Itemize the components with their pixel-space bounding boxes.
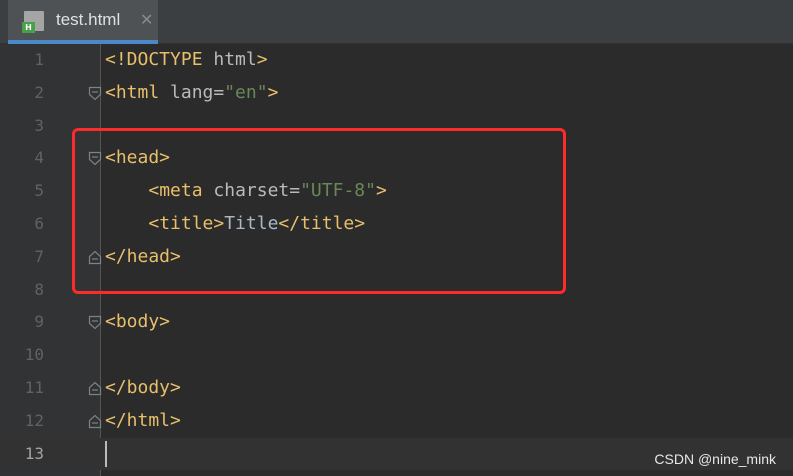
fold-end-icon[interactable]: [88, 381, 102, 396]
fold-start-icon[interactable]: [88, 86, 102, 101]
code-token: <!DOCTYPE: [105, 49, 214, 70]
line-number: 12: [24, 410, 44, 430]
code-line[interactable]: 11 </body>: [0, 372, 793, 405]
tab-test-html[interactable]: H test.html ✕: [8, 0, 158, 44]
code-token: >: [256, 49, 268, 70]
html-badge: H: [22, 22, 35, 33]
fold-start-icon[interactable]: [88, 315, 102, 330]
code-token: </body>: [105, 376, 181, 398]
line-number: 7: [34, 246, 44, 266]
code-token: >: [267, 81, 279, 103]
line-number: 8: [34, 279, 44, 299]
line-number: 4: [34, 148, 44, 168]
line-number: 6: [34, 213, 44, 233]
line-number: 2: [34, 82, 44, 102]
line-number: 10: [24, 345, 44, 365]
code-line[interactable]: 1 <!DOCTYPE html>: [0, 44, 793, 77]
code-token: html: [213, 49, 257, 70]
line-number: 9: [34, 312, 44, 332]
code-text: [105, 438, 107, 471]
code-text: </body>: [105, 372, 181, 405]
code-line[interactable]: 10: [0, 339, 793, 372]
watermark: CSDN @nine_mink: [654, 451, 776, 467]
line-number: 11: [24, 377, 44, 397]
code-line[interactable]: 12 </html>: [0, 405, 793, 438]
line-number: 3: [34, 115, 44, 135]
tab-title: test.html: [56, 10, 121, 29]
code-token: </html>: [105, 409, 181, 431]
html-file-icon: H: [22, 11, 44, 33]
code-text: </html>: [105, 405, 181, 438]
editor-tab-bar: H test.html ✕: [0, 0, 793, 44]
code-text: <!DOCTYPE html>: [105, 44, 268, 77]
fold-end-icon[interactable]: [88, 414, 102, 429]
code-line[interactable]: 2 <html lang="en">: [0, 77, 793, 110]
code-token: <html: [105, 81, 171, 103]
code-token: <body>: [105, 311, 171, 333]
head-section-highlight: [72, 128, 566, 294]
code-token: "en": [224, 81, 268, 103]
line-number: 13: [24, 443, 44, 463]
close-icon[interactable]: ✕: [140, 10, 153, 29]
line-number: 1: [34, 50, 44, 69]
code-line[interactable]: 9 <body>: [0, 306, 793, 339]
code-text: <html lang="en">: [105, 77, 278, 110]
code-text: <body>: [105, 306, 170, 339]
text-caret: [105, 440, 107, 467]
code-token: lang=: [170, 81, 225, 103]
line-number: 5: [34, 181, 44, 201]
